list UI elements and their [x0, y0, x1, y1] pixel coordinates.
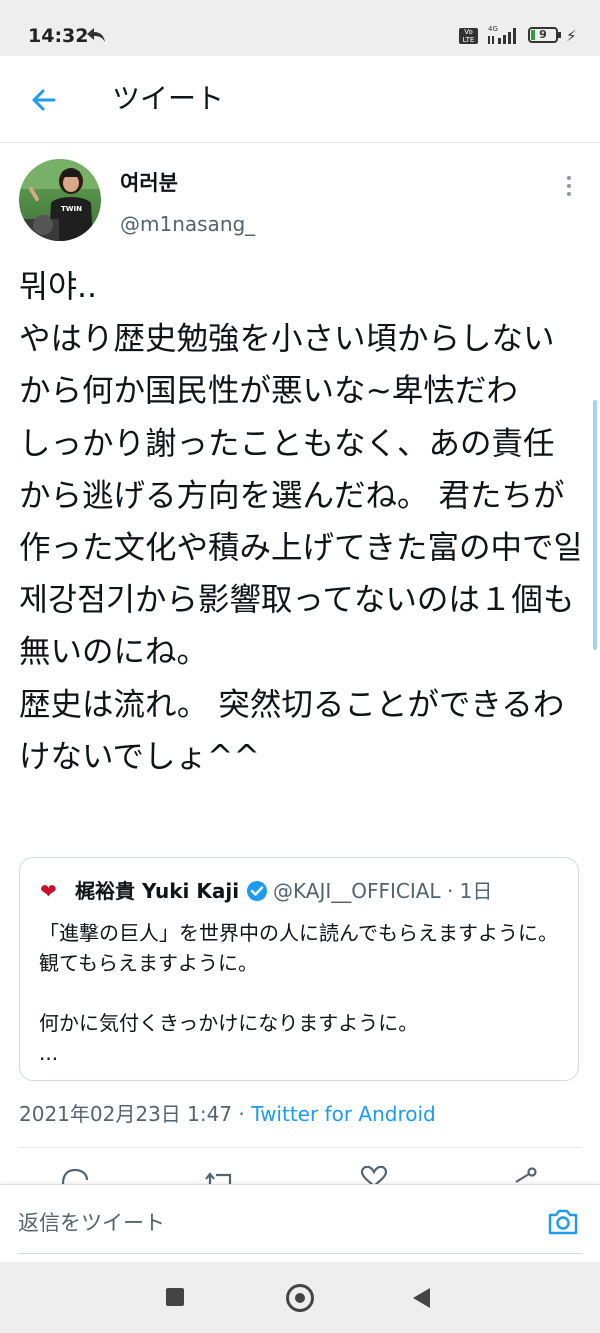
system-nav-bar: [0, 1262, 600, 1333]
divider: [19, 1147, 581, 1148]
battery-cap: [558, 32, 561, 38]
quoted-text: 「進撃の巨人」を世界中の人に読んでもらえますように。観てもらえますように。 何か…: [39, 921, 558, 1065]
like-icon[interactable]: [357, 1166, 391, 1186]
battery-icon: 9: [528, 27, 558, 43]
battery-level: 9: [539, 28, 547, 41]
tweet-timestamp: 2021年02月23日 1:47 · Twitter for Android: [19, 1100, 436, 1128]
author-handle[interactable]: @m1nasang_: [120, 211, 255, 237]
avatar-shirt-text: TWIN: [61, 205, 82, 213]
heart-avatar-icon: ❤: [40, 879, 57, 903]
tweet-text: 뭐야.. やはり歴史勉強を小さい頃からしないから何か国民性が悪いな~卑怯だわ し…: [19, 269, 583, 775]
charging-icon: ⚡: [566, 27, 577, 45]
quoted-handle: @KAJI__OFFICIAL: [273, 879, 441, 903]
status-bar: 14:32 Vo LTE 4G 9 ⚡: [0, 0, 600, 56]
timestamp-separator: ·: [232, 1102, 252, 1126]
more-icon[interactable]: [562, 175, 576, 197]
signal-icon: 4G: [488, 25, 516, 44]
page-title: ツイート: [112, 82, 225, 115]
network-label: 4G: [488, 25, 498, 33]
status-time: 14:32: [28, 25, 89, 47]
status-back-icon: [87, 28, 105, 42]
quoted-display-name: 梶裕貴 Yuki Kaji: [75, 879, 240, 903]
avatar-photo: TWIN: [19, 159, 101, 241]
reply-input[interactable]: 返信をツイート: [18, 1209, 165, 1237]
back-button[interactable]: [413, 1288, 430, 1308]
camera-icon[interactable]: [546, 1205, 580, 1239]
reply-bar: 返信をツイート: [0, 1184, 600, 1259]
verified-icon: [247, 881, 267, 901]
author-display-name[interactable]: 여러분: [120, 170, 178, 196]
avatar[interactable]: TWIN: [19, 159, 101, 241]
quoted-handle-time: @KAJI__OFFICIAL · 1日: [273, 878, 492, 904]
share-icon[interactable]: [508, 1166, 542, 1186]
scrollbar[interactable]: [593, 400, 597, 650]
tweet-source-link[interactable]: Twitter for Android: [251, 1102, 436, 1126]
reply-input-underline: [18, 1253, 582, 1254]
tweet-date: 2021年02月23日 1:47: [19, 1102, 233, 1126]
quoted-time: · 1日: [446, 879, 493, 903]
reply-icon[interactable]: [58, 1166, 92, 1186]
quoted-tweet[interactable]: ❤ 梶裕貴 Yuki Kaji @KAJI__OFFICIAL · 1日 「進撃…: [19, 857, 579, 1081]
recent-apps-button[interactable]: [166, 1288, 184, 1306]
home-button[interactable]: [286, 1284, 314, 1312]
back-arrow-icon[interactable]: [28, 84, 60, 116]
volte-icon: Vo LTE: [459, 28, 478, 44]
top-app-bar: ツイート: [0, 56, 600, 143]
retweet-icon[interactable]: [204, 1166, 238, 1186]
